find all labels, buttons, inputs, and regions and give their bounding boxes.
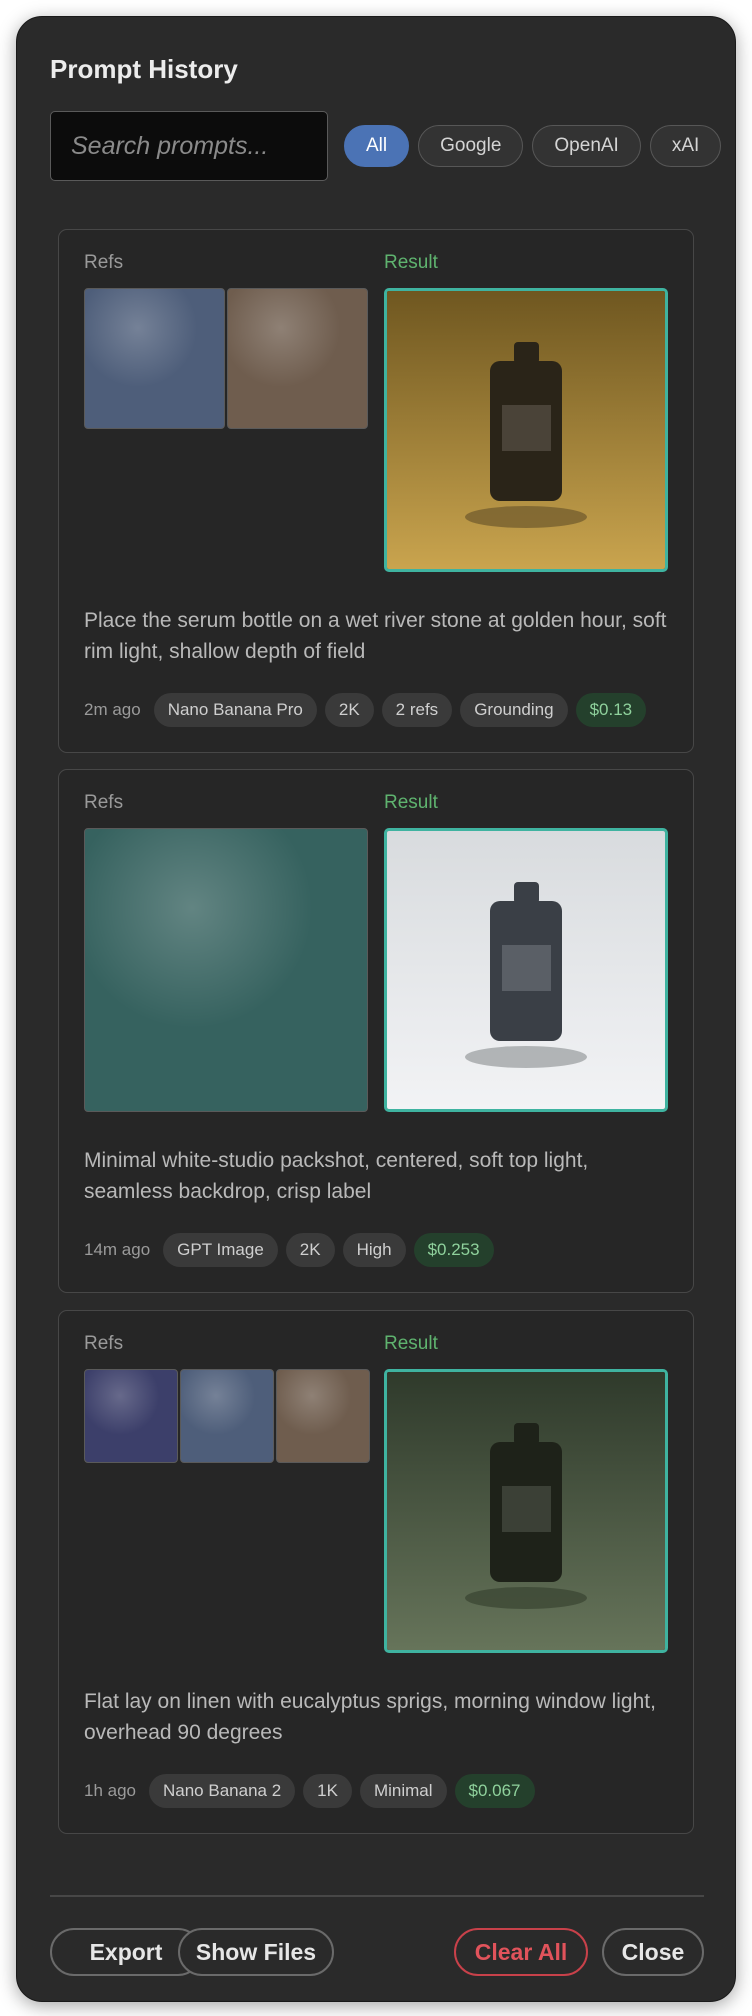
result-label: Result — [384, 792, 438, 813]
panel-title: Prompt History — [50, 54, 238, 84]
filter-google[interactable]: Google — [418, 125, 524, 167]
entry-meta: 14m ago GPT Image 2K High $0.253 — [84, 1233, 494, 1267]
bottle-shadow — [465, 506, 587, 528]
timestamp: 1h ago — [84, 1781, 136, 1800]
quality-tag: High — [342, 1233, 406, 1267]
bottle-label — [502, 945, 551, 991]
bottle-label — [502, 405, 551, 451]
footer-divider — [50, 1895, 704, 1897]
history-entry[interactable]: Refs Result Minimal white-studio packsho… — [58, 769, 694, 1293]
history-entry[interactable]: Refs Result Flat lay on linen with eucal… — [58, 1310, 694, 1834]
ref-thumbnail[interactable] — [84, 828, 368, 1112]
cost-badge: $0.253 — [413, 1233, 494, 1267]
entry-meta: 1h ago Nano Banana 2 1K Minimal $0.067 — [84, 1774, 535, 1808]
bottle-cap — [514, 1423, 539, 1445]
bottle-render — [387, 831, 665, 1109]
refs-label: Refs — [84, 1333, 124, 1354]
refs-strip — [84, 288, 370, 429]
provider-filters: All Google OpenAI xAI — [344, 125, 722, 167]
show-files-button[interactable]: Show Files — [178, 1928, 334, 1976]
cost-badge: $0.13 — [575, 693, 647, 727]
result-label: Result — [384, 252, 438, 273]
ref-thumbnail[interactable] — [84, 288, 225, 429]
refs-strip — [84, 828, 370, 1112]
result-label: Result — [384, 1333, 438, 1354]
bottle-cap — [514, 882, 539, 904]
bottle-cap — [514, 342, 539, 364]
refs-strip — [84, 1369, 370, 1463]
history-entry[interactable]: Refs Result Place the serum bottle on a … — [58, 229, 694, 753]
timestamp: 2m ago — [84, 700, 141, 719]
filter-all[interactable]: All — [344, 125, 410, 167]
bottle-shadow — [465, 1046, 587, 1068]
ref-thumbnail[interactable] — [227, 288, 368, 429]
resolution-tag: 2K — [324, 693, 374, 727]
clear-all-button[interactable]: Clear All — [454, 1928, 588, 1976]
resolution-tag: 1K — [303, 1774, 352, 1808]
model-tag: Nano Banana Pro — [153, 693, 317, 727]
ref-thumbnail[interactable] — [180, 1369, 274, 1463]
refs-count-tag: 2 refs — [381, 693, 453, 727]
prompt-text: Minimal white-studio packshot, centered,… — [84, 1149, 589, 1203]
result-image[interactable] — [384, 1369, 668, 1653]
refs-label: Refs — [84, 792, 124, 813]
filter-xai[interactable]: xAI — [649, 125, 722, 167]
bottle-label — [502, 1486, 551, 1532]
bottle-shadow — [465, 1587, 587, 1609]
prompt-text: Place the serum bottle on a wet river st… — [84, 609, 667, 663]
filter-openai[interactable]: OpenAI — [532, 125, 641, 167]
cost-badge: $0.067 — [454, 1774, 535, 1808]
resolution-tag: 2K — [285, 1233, 335, 1267]
prompt-history-panel: Prompt History Search prompts... All Goo… — [16, 16, 736, 2002]
style-tag: Minimal — [359, 1774, 447, 1808]
bottle-render — [387, 1372, 665, 1650]
grounding-tag: Grounding — [460, 693, 568, 727]
refs-label: Refs — [84, 252, 124, 273]
result-image[interactable] — [384, 288, 668, 572]
close-button[interactable]: Close — [602, 1928, 704, 1976]
result-image[interactable] — [384, 828, 668, 1112]
model-tag: Nano Banana 2 — [149, 1774, 296, 1808]
ref-thumbnail[interactable] — [276, 1369, 370, 1463]
model-tag: GPT Image — [163, 1233, 278, 1267]
search-input[interactable]: Search prompts... — [50, 111, 328, 181]
bottle-render — [387, 291, 665, 569]
entry-meta: 2m ago Nano Banana Pro 2K 2 refs Groundi… — [84, 693, 647, 727]
timestamp: 14m ago — [84, 1240, 151, 1259]
prompt-text: Flat lay on linen with eucalyptus sprigs… — [84, 1690, 656, 1744]
ref-thumbnail[interactable] — [84, 1369, 178, 1463]
